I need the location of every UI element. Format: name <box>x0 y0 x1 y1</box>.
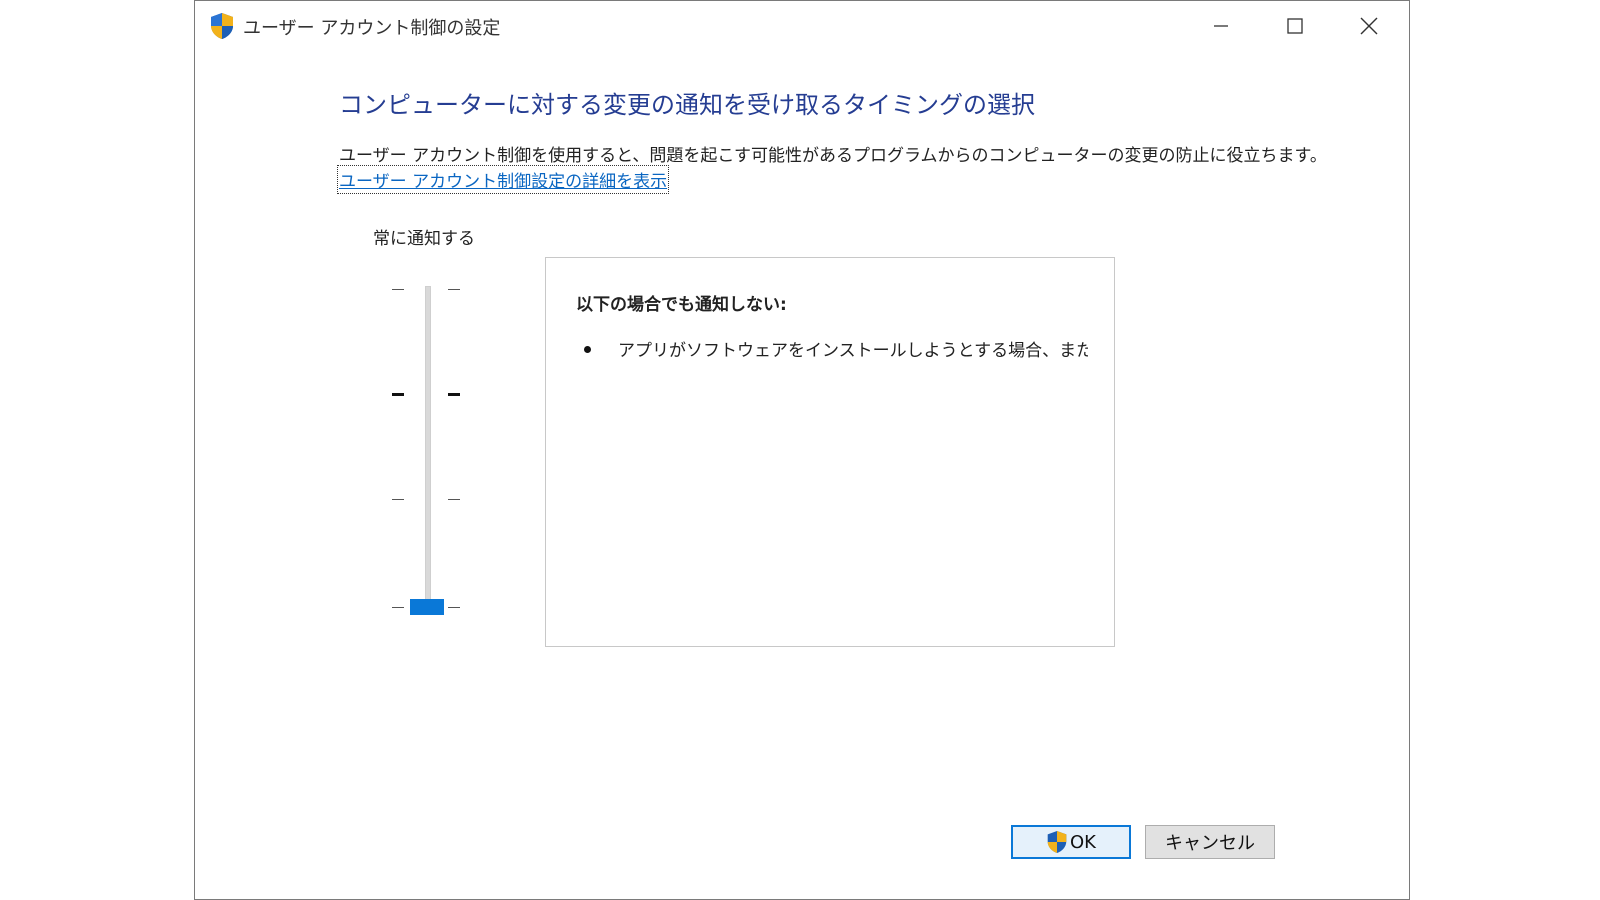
uac-shield-icon <box>1047 831 1067 853</box>
level-description-panel: 以下の場合でも通知しない: アプリがソフトウェアをインストールしようとする場合、… <box>545 257 1115 647</box>
description-text: ユーザー アカウント制御を使用すると、問題を起こす可能性があるプログラムからのコ… <box>339 146 1327 166</box>
title-bar[interactable]: ユーザー アカウント制御の設定 <box>195 1 1409 51</box>
slider-tick <box>448 499 460 500</box>
slider-tick <box>392 607 404 608</box>
slider-tick <box>448 393 460 396</box>
ok-button[interactable]: OK <box>1011 825 1131 859</box>
window-title: ユーザー アカウント制御の設定 <box>243 18 501 39</box>
maximize-button[interactable] <box>1259 1 1331 51</box>
slider-tick <box>392 499 404 500</box>
slider-track[interactable] <box>425 286 431 608</box>
slider-tick <box>448 289 460 290</box>
slider-top-label: 常に通知する <box>373 229 475 249</box>
slider-tick <box>448 607 460 608</box>
close-button[interactable] <box>1333 1 1405 51</box>
notification-level-slider[interactable] <box>390 281 470 621</box>
uac-settings-window: ユーザー アカウント制御の設定 コンピューターに対する変更の通知を受け取るタイミ… <box>194 0 1410 900</box>
maximize-icon <box>1287 18 1303 34</box>
uac-details-link[interactable]: ユーザー アカウント制御設定の詳細を表示 <box>336 165 670 194</box>
uac-shield-icon <box>211 13 233 39</box>
close-icon <box>1360 17 1378 35</box>
info-list-item: アプリがソフトウェアをインストールしようとする場合、またはコン <box>618 341 1088 361</box>
slider-tick <box>392 393 404 396</box>
minimize-icon <box>1214 25 1228 27</box>
page-heading: コンピューターに対する変更の通知を受け取るタイミングの選択 <box>339 91 1035 119</box>
slider-thumb[interactable] <box>410 599 444 615</box>
ok-button-label: OK <box>1070 831 1096 853</box>
slider-tick <box>392 289 404 290</box>
bullet-icon <box>584 346 591 353</box>
info-title: 以下の場合でも通知しない: <box>576 295 787 315</box>
cancel-button[interactable]: キャンセル <box>1145 825 1275 859</box>
cancel-button-label: キャンセル <box>1165 833 1255 854</box>
minimize-button[interactable] <box>1185 1 1257 51</box>
